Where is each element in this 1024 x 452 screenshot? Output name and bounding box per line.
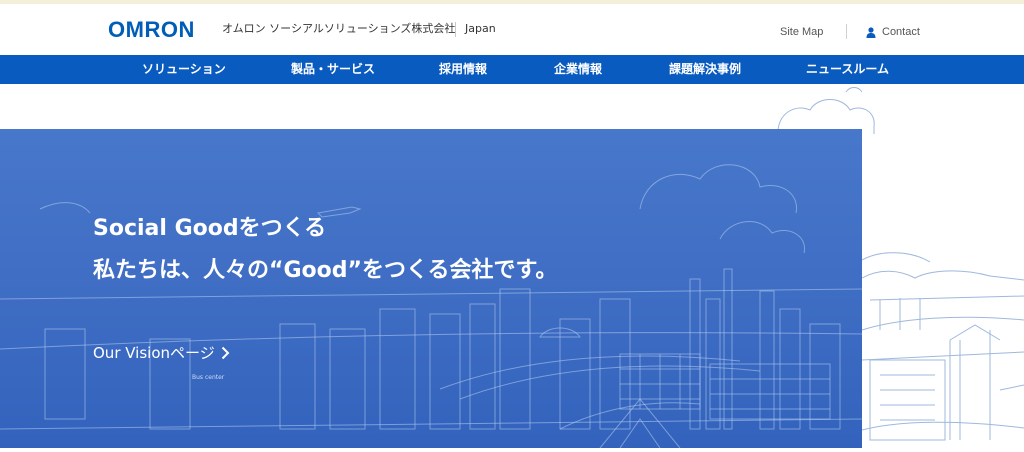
nav-item-recruit[interactable]: 採用情報 xyxy=(439,55,487,84)
nav-item-newsroom[interactable]: ニュースルーム xyxy=(806,55,889,84)
global-nav: ソリューション 製品・サービス 採用情報 企業情報 課題解決事例 ニュースルーム xyxy=(0,55,1024,84)
nav-item-solutions[interactable]: ソリューション xyxy=(142,55,226,84)
chevron-right-icon xyxy=(221,346,230,360)
contact-link[interactable]: Contact xyxy=(866,24,920,40)
bus-center-sign: Bus center xyxy=(192,374,225,381)
person-icon xyxy=(866,26,876,38)
hero-heading-line-2: 私たちは、人々の“Good”をつくる会社です。 xyxy=(93,258,558,283)
our-vision-link[interactable]: Our Visionページ xyxy=(93,342,230,364)
our-vision-label: Our Visionページ xyxy=(93,344,215,362)
header-divider xyxy=(455,22,456,37)
region-label[interactable]: Japan xyxy=(465,21,496,37)
site-header: OMRON オムロン ソーシアルソリューションズ株式会社 Japan Site … xyxy=(0,4,1024,55)
nav-item-company[interactable]: 企業情報 xyxy=(554,55,602,84)
site-map-link[interactable]: Site Map xyxy=(780,24,823,40)
header-divider-2 xyxy=(846,24,847,39)
hero-banner: Bus center xyxy=(0,129,863,449)
hero-city-art: Bus center xyxy=(0,164,863,449)
company-name: オムロン ソーシアルソリューションズ株式会社 xyxy=(222,22,456,35)
nav-item-products[interactable]: 製品・サービス xyxy=(291,55,375,84)
hero-heading-line-1: Social Goodをつくる xyxy=(93,216,327,241)
nav-item-case-studies[interactable]: 課題解決事例 xyxy=(669,55,741,84)
contact-label: Contact xyxy=(882,26,920,38)
omron-logo[interactable]: OMRON xyxy=(108,17,195,43)
